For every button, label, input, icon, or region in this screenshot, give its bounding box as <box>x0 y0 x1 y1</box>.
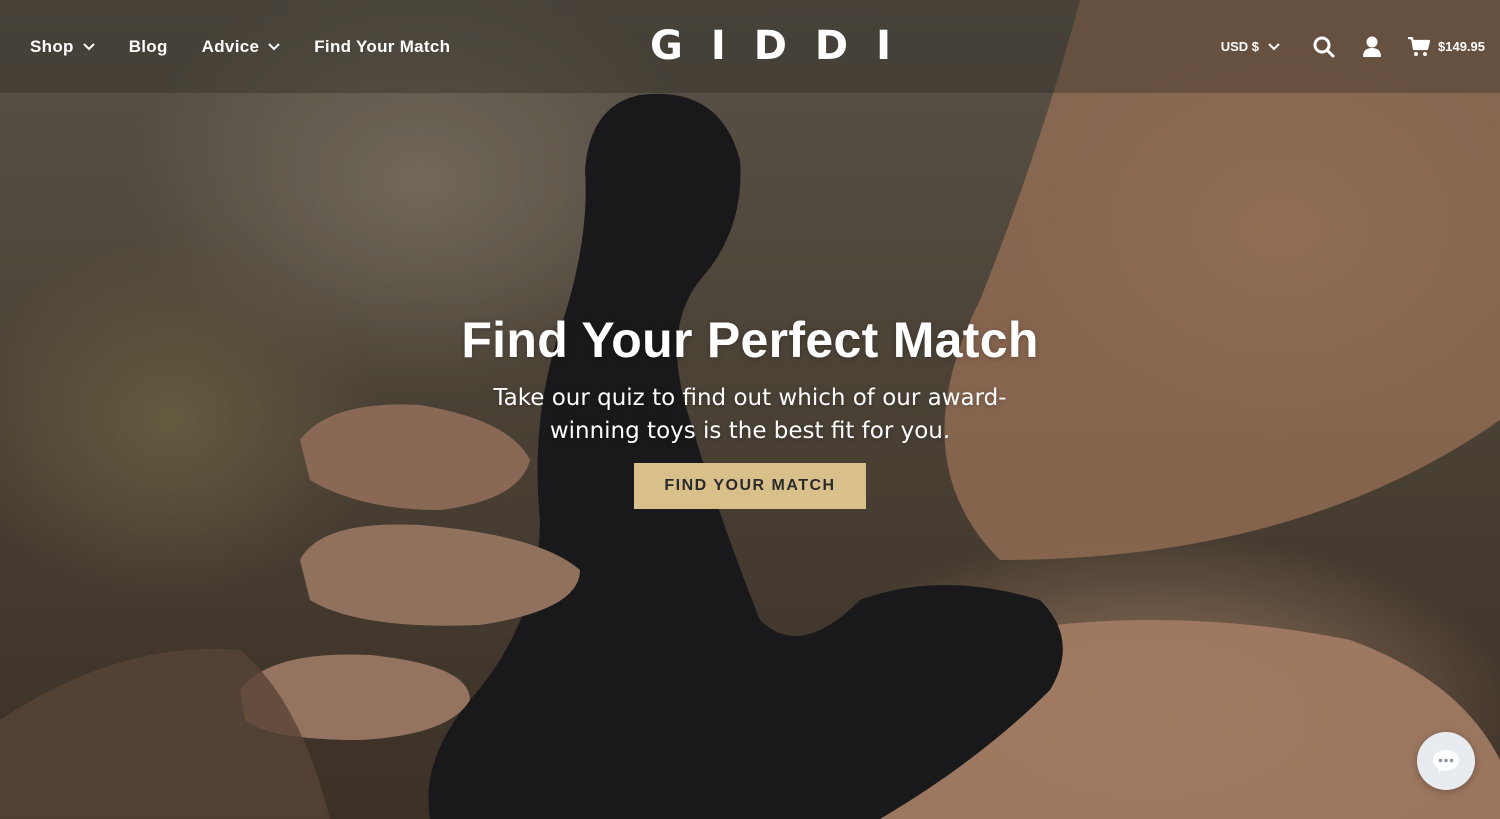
find-your-match-button[interactable]: FIND YOUR MATCH <box>634 463 866 509</box>
user-icon <box>1363 36 1381 57</box>
hero-subtitle: Take our quiz to find out which of our a… <box>493 385 1007 444</box>
nav-advice[interactable]: Advice <box>202 37 281 57</box>
nav-find-your-match-label: Find Your Match <box>314 36 451 56</box>
currency-label: USD $ <box>1220 39 1259 54</box>
cart-icon <box>1408 36 1430 56</box>
search-icon <box>1313 36 1335 57</box>
hero-content: Find Your Perfect Match Take our quiz to… <box>350 310 1150 509</box>
cart-button[interactable]: $149.95 <box>1408 36 1485 57</box>
nav-shop-label: Shop <box>30 36 74 56</box>
search-button[interactable] <box>1312 35 1336 59</box>
site-header: Shop Blog Advice Find Your Match GIDDI U… <box>0 0 1500 93</box>
chevron-down-icon <box>82 42 95 50</box>
nav-find-your-match[interactable]: Find Your Match <box>314 37 450 57</box>
header-utilities: USD $ $149.95 <box>1221 0 1485 93</box>
chat-icon <box>1433 750 1459 773</box>
site-logo[interactable]: GIDDI <box>650 26 891 66</box>
nav-shop[interactable]: Shop <box>30 37 95 57</box>
chevron-down-icon <box>268 42 280 50</box>
currency-selector[interactable]: USD $ <box>1221 39 1280 54</box>
main-nav: Shop Blog Advice Find Your Match <box>30 0 484 93</box>
chevron-down-icon <box>1268 42 1280 50</box>
account-button[interactable] <box>1360 35 1384 59</box>
nav-advice-label: Advice <box>201 36 260 56</box>
chat-button[interactable] <box>1417 732 1475 790</box>
nav-blog[interactable]: Blog <box>129 37 168 57</box>
nav-blog-label: Blog <box>128 36 168 56</box>
hero-title: Find Your Perfect Match <box>461 312 1039 368</box>
cart-total: $149.95 <box>1438 39 1485 54</box>
